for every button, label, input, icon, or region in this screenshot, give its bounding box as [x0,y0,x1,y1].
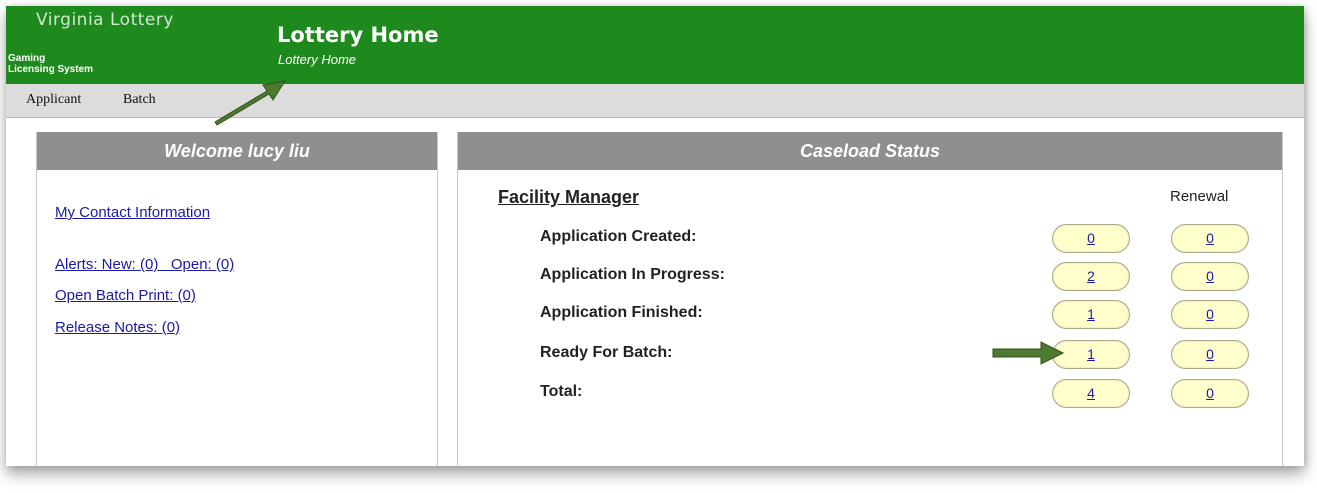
page-title: Lottery Home [277,23,439,47]
application-created-renewal-count[interactable]: 0 [1171,224,1249,253]
welcome-panel-title: Welcome lucy liu [37,132,437,170]
app-window: Virginia Lottery Gaming Licensing System… [6,6,1304,466]
application-finished-renewal-count[interactable]: 0 [1171,300,1249,329]
open-batch-print-link[interactable]: Open Batch Print: (0) [55,287,196,304]
arrow-icon [992,341,1065,365]
total-renewal-count[interactable]: 0 [1171,379,1249,408]
ready-for-batch-label: Ready For Batch: [540,344,673,361]
menu-item-batch[interactable]: Batch [123,92,156,108]
application-in-progress-renewal-count[interactable]: 0 [1171,262,1249,291]
release-notes-link[interactable]: Release Notes: (0) [55,319,180,336]
application-finished-label: Application Finished: [540,304,703,321]
ready-for-batch-renewal-count[interactable]: 0 [1171,340,1249,369]
page-subtitle: Lottery Home [278,52,357,67]
caseload-panel-title: Caseload Status [458,132,1282,170]
menu-item-applicant[interactable]: Applicant [26,92,81,108]
facility-manager-heading: Facility Manager [498,187,640,207]
my-contact-information-link[interactable]: My Contact Information [55,204,210,221]
application-created-count[interactable]: 0 [1052,224,1130,253]
application-created-label: Application Created: [540,228,697,245]
application-in-progress-label: Application In Progress: [540,266,725,283]
application-finished-count[interactable]: 1 [1052,300,1130,329]
alerts-link[interactable]: Alerts: New: (0) Open: (0) [55,256,234,273]
caseload-panel: Caseload Status Facility Manager Renewal… [457,132,1283,466]
total-count[interactable]: 4 [1052,379,1130,408]
menu-bar: Applicant Batch [6,84,1304,118]
welcome-panel: Welcome lucy liu My Contact Information … [36,132,438,466]
total-label: Total: [540,383,583,400]
system-name-line1: Gaming [8,53,46,64]
system-name-line2: Licensing System [8,64,94,75]
system-name: Gaming Licensing System [8,53,93,75]
application-in-progress-count[interactable]: 2 [1052,262,1130,291]
renewal-column-label: Renewal [1170,188,1229,205]
brand-logo-text: Virginia Lottery [36,10,174,30]
header-bar: Virginia Lottery Gaming Licensing System… [6,6,1304,84]
arrow-icon [214,80,287,126]
